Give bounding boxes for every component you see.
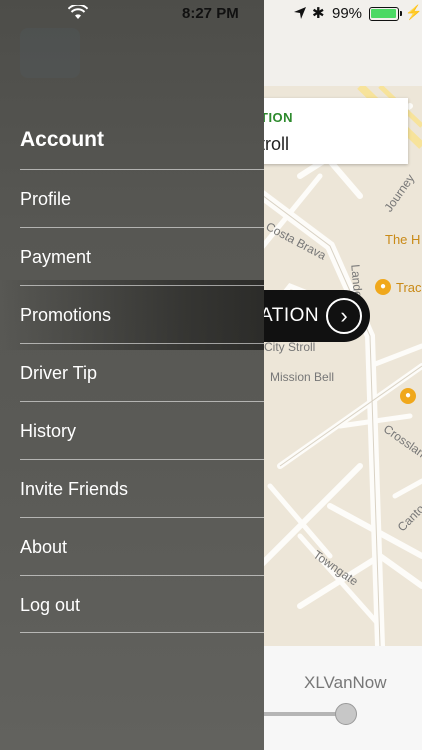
- status-bar: 8:27 PM ✱ 99% ⚡: [0, 0, 422, 28]
- status-time: 8:27 PM: [182, 5, 239, 22]
- shopping-poi-icon[interactable]: ●: [400, 388, 416, 404]
- battery-icon: [369, 7, 402, 21]
- battery-percent: 99%: [332, 5, 363, 22]
- menu-item-driver-tip[interactable]: Driver Tip: [20, 343, 264, 401]
- chevron-right-icon: ›: [326, 298, 362, 334]
- street-label: Mission Bell: [270, 370, 335, 384]
- menu-item-invite-friends[interactable]: Invite Friends: [20, 459, 264, 517]
- vehicle-type-label[interactable]: XLVanNow: [304, 673, 387, 693]
- drawer-header-blur: [20, 28, 80, 78]
- destination-caption: TION: [260, 110, 294, 125]
- poi-label: Trac: [396, 280, 422, 295]
- vehicle-slider-track[interactable]: [262, 712, 346, 716]
- menu-item-about[interactable]: About: [20, 517, 264, 575]
- confirm-button-label: ATION: [260, 305, 320, 326]
- battery-fill: [371, 9, 396, 18]
- wifi-icon: [67, 3, 89, 25]
- menu-heading: Account: [20, 128, 104, 151]
- menu-list: Profile Payment Promotions Driver Tip Hi…: [20, 169, 264, 633]
- street-label: City Stroll: [264, 340, 316, 354]
- menu-item-label: Promotions: [20, 305, 112, 325]
- menu-item-label: Invite Friends: [20, 479, 129, 499]
- menu-item-label: Payment: [20, 247, 92, 267]
- side-menu-drawer: Account Profile Payment Promotions Drive…: [0, 0, 264, 750]
- menu-item-label: History: [20, 421, 77, 441]
- menu-item-promotions[interactable]: Promotions: [20, 285, 264, 343]
- location-arrow-icon: [293, 6, 307, 25]
- menu-item-label: Driver Tip: [20, 363, 98, 383]
- vehicle-slider-thumb[interactable]: [335, 703, 357, 725]
- menu-item-log-out[interactable]: Log out: [20, 575, 264, 633]
- menu-item-label: Log out: [20, 595, 81, 615]
- menu-item-label: Profile: [20, 189, 72, 209]
- menu-item-label: About: [20, 537, 68, 557]
- charging-bolt-icon: ⚡: [405, 4, 422, 20]
- poi-label: The H: [385, 232, 421, 247]
- menu-item-history[interactable]: History: [20, 401, 264, 459]
- menu-item-payment[interactable]: Payment: [20, 227, 264, 285]
- bluetooth-icon: ✱: [312, 5, 325, 22]
- food-poi-icon[interactable]: ●: [375, 279, 391, 295]
- menu-item-profile[interactable]: Profile: [20, 169, 264, 227]
- destination-value: troll: [260, 134, 290, 154]
